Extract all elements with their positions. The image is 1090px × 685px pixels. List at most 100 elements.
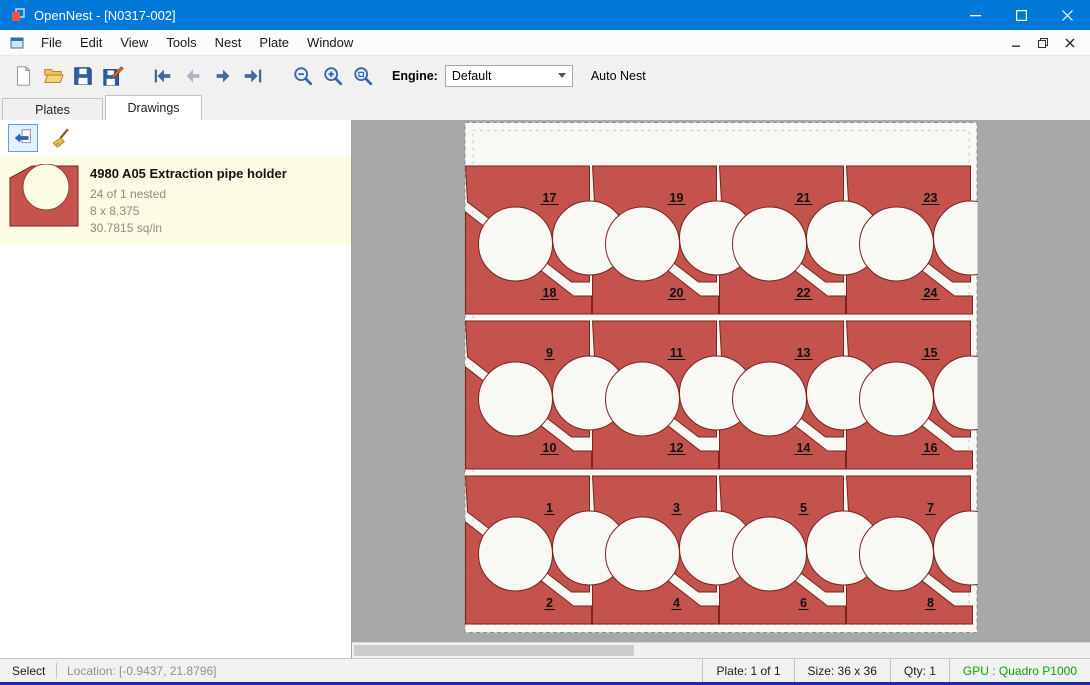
close-button[interactable] (1044, 0, 1090, 30)
window-title: OpenNest - [N0317-002] (34, 8, 176, 23)
plate-area[interactable]: 171819202122232491011121314151612345678 (352, 120, 1090, 642)
chevron-down-icon (558, 73, 566, 78)
menu-file[interactable]: File (32, 30, 71, 55)
engine-select[interactable]: Default (445, 65, 573, 87)
svg-text:18: 18 (543, 286, 557, 300)
go-last-icon (242, 65, 264, 87)
horizontal-scrollbar-thumb[interactable] (354, 645, 634, 656)
drawing-size: 8 x 8.375 (90, 203, 287, 220)
svg-text:5: 5 (800, 501, 807, 515)
previous-plate-button[interactable] (178, 61, 208, 91)
new-button[interactable] (8, 61, 38, 91)
drawing-title: 4980 A05 Extraction pipe holder (90, 166, 287, 181)
svg-text:1: 1 (546, 501, 553, 515)
menu-nest[interactable]: Nest (206, 30, 251, 55)
tab-plates[interactable]: Plates (2, 98, 103, 120)
drawing-item-info: 4980 A05 Extraction pipe holder 24 of 1 … (90, 164, 287, 237)
app-icon (10, 7, 26, 23)
zoom-out-icon (292, 65, 314, 87)
menu-tools[interactable]: Tools (157, 30, 205, 55)
menu-bar: File Edit View Tools Nest Plate Window (0, 30, 1090, 56)
svg-text:22: 22 (797, 286, 811, 300)
save-floppy-icon (72, 65, 94, 87)
main-toolbar: Engine: Default Auto Nest (0, 56, 1090, 95)
last-plate-button[interactable] (238, 61, 268, 91)
tab-drawings-label: Drawings (127, 101, 179, 115)
mdi-minimize-icon (1010, 37, 1022, 49)
status-size: Size: 36 x 36 (794, 659, 890, 682)
go-previous-icon (182, 65, 204, 87)
svg-text:12: 12 (670, 441, 684, 455)
svg-text:13: 13 (797, 346, 811, 360)
status-gpu: GPU : Quadro P1000 (949, 659, 1090, 682)
status-bar: Select Location: [-0.9437, 21.8796] Plat… (0, 658, 1090, 682)
svg-text:19: 19 (670, 191, 684, 205)
svg-text:16: 16 (924, 441, 938, 455)
svg-text:6: 6 (800, 596, 807, 610)
save-edit-floppy-icon (102, 65, 124, 87)
panel-toolbar (0, 120, 351, 156)
status-mode: Select (0, 664, 56, 678)
svg-text:4: 4 (673, 596, 680, 610)
svg-text:24: 24 (924, 286, 938, 300)
engine-value: Default (446, 69, 558, 83)
zoom-fit-icon (352, 65, 374, 87)
svg-text:21: 21 (797, 191, 811, 205)
svg-text:17: 17 (543, 191, 557, 205)
first-plate-button[interactable] (148, 61, 178, 91)
next-plate-button[interactable] (208, 61, 238, 91)
svg-text:10: 10 (543, 441, 557, 455)
maximize-icon (1016, 10, 1027, 21)
svg-text:7: 7 (927, 501, 934, 515)
open-button[interactable] (38, 61, 68, 91)
svg-text:20: 20 (670, 286, 684, 300)
zoom-out-button[interactable] (288, 61, 318, 91)
minimize-button[interactable] (952, 0, 998, 30)
maximize-button[interactable] (998, 0, 1044, 30)
clear-nest-button[interactable] (46, 124, 76, 152)
mdi-minimize-button[interactable] (1004, 33, 1028, 53)
svg-text:15: 15 (924, 346, 938, 360)
tab-plates-label: Plates (35, 103, 70, 117)
open-folder-icon (42, 65, 64, 87)
tab-drawings[interactable]: Drawings (105, 95, 202, 120)
svg-text:2: 2 (546, 596, 553, 610)
zoom-in-icon (322, 65, 344, 87)
return-unnested-button[interactable] (8, 124, 38, 152)
zoom-fit-button[interactable] (348, 61, 378, 91)
title-bar: OpenNest - [N0317-002] (0, 0, 1090, 30)
menu-plate[interactable]: Plate (250, 30, 298, 55)
status-plate: Plate: 1 of 1 (702, 659, 793, 682)
mdi-close-button[interactable] (1058, 33, 1082, 53)
return-arrow-icon (12, 127, 34, 149)
broom-icon (50, 127, 72, 149)
svg-text:23: 23 (924, 191, 938, 205)
new-file-icon (12, 65, 34, 87)
go-first-icon (152, 65, 174, 87)
auto-nest-button[interactable]: Auto Nest (591, 69, 646, 83)
zoom-in-button[interactable] (318, 61, 348, 91)
svg-text:8: 8 (927, 596, 934, 610)
status-qty: Qty: 1 (890, 659, 949, 682)
tab-strip: Plates Drawings (0, 95, 1090, 120)
mdi-close-icon (1064, 37, 1076, 49)
nest-plate[interactable]: 171819202122232491011121314151612345678 (465, 122, 978, 633)
minimize-icon (970, 10, 981, 21)
app-window: OpenNest - [N0317-002] File Edit View To… (0, 0, 1090, 685)
horizontal-scrollbar[interactable] (352, 642, 1090, 658)
save-edit-button[interactable] (98, 61, 128, 91)
nest-canvas[interactable]: 171819202122232491011121314151612345678 (352, 120, 1090, 658)
document-window-icon (9, 35, 25, 51)
mdi-restore-button[interactable] (1031, 33, 1055, 53)
drawing-list-item[interactable]: 4980 A05 Extraction pipe holder 24 of 1 … (0, 156, 351, 245)
menu-view[interactable]: View (111, 30, 157, 55)
mdi-restore-icon (1037, 37, 1049, 49)
drawing-area: 30.7815 sq/in (90, 220, 287, 237)
menu-window[interactable]: Window (298, 30, 362, 55)
svg-text:14: 14 (797, 441, 811, 455)
svg-text:9: 9 (546, 346, 553, 360)
close-icon (1062, 10, 1073, 21)
menu-edit[interactable]: Edit (71, 30, 111, 55)
svg-text:11: 11 (670, 346, 683, 360)
save-button[interactable] (68, 61, 98, 91)
